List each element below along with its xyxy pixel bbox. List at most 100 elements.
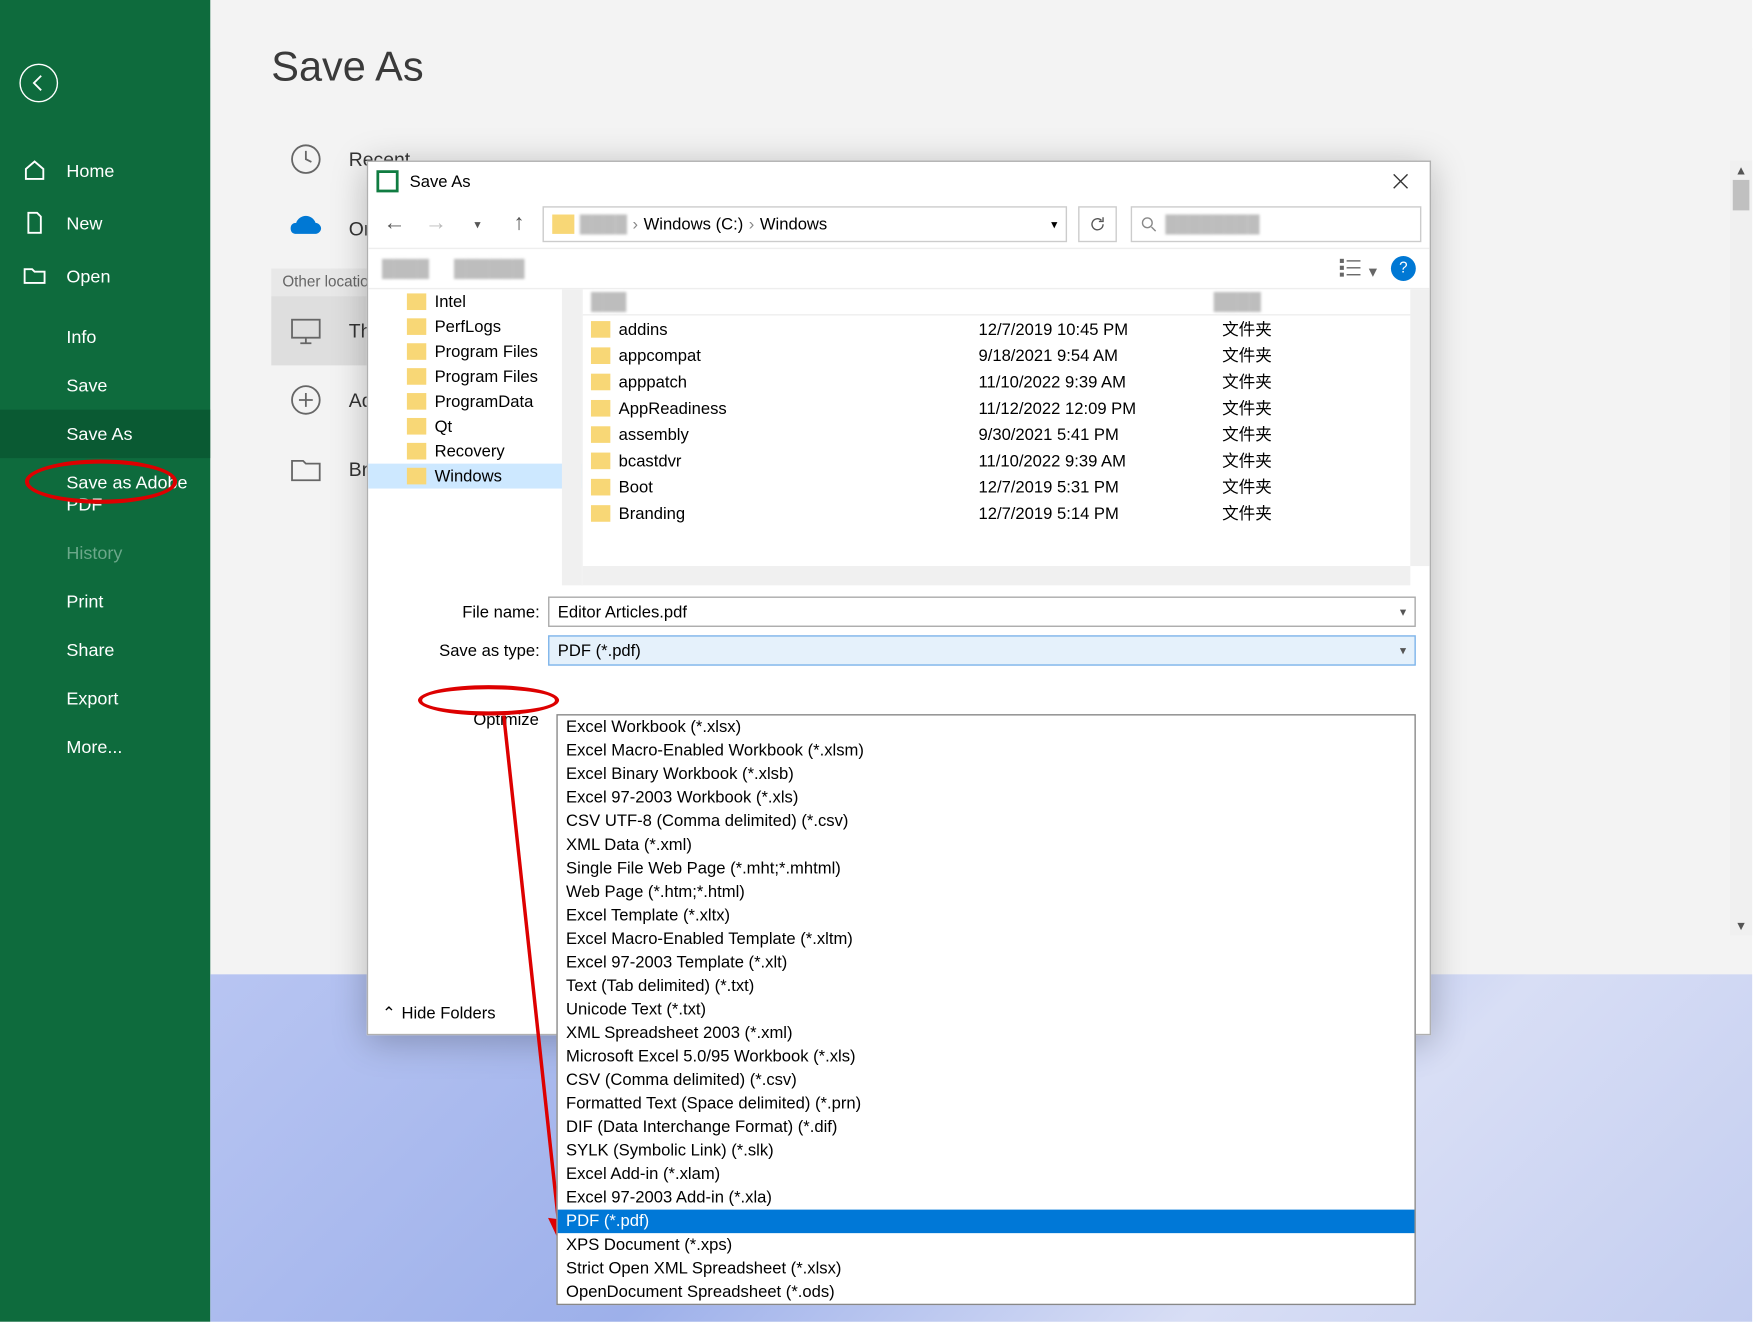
nav-back-button[interactable]: ← [376, 206, 412, 242]
folder-icon [591, 504, 610, 521]
sidebar-item-home[interactable]: Home [0, 144, 210, 197]
dropdown-option[interactable]: Excel Workbook (*.xlsx) [558, 716, 1415, 740]
organize-button[interactable]: ████ [382, 259, 429, 278]
list-scrollbar-horizontal[interactable] [583, 566, 1411, 585]
tree-item[interactable]: Recovery [368, 439, 581, 464]
save-as-dialog: Save As ← → ▾ ↑ ████ › Windows (C:) › Wi… [367, 161, 1431, 1036]
search-input[interactable]: ████████ [1131, 206, 1422, 242]
dropdown-option[interactable]: Excel Add-in (*.xlam) [558, 1163, 1415, 1187]
sidebar-label: New [66, 212, 102, 233]
hide-folders-button[interactable]: ⌃ Hide Folders [382, 1003, 496, 1022]
sidebar-item-save-adobe-pdf[interactable]: Save as Adobe PDF [0, 458, 210, 529]
dropdown-option[interactable]: CSV UTF-8 (Comma delimited) (*.csv) [558, 810, 1415, 834]
dropdown-option[interactable]: Excel Macro-Enabled Workbook (*.xlsm) [558, 739, 1415, 763]
folder-icon [591, 347, 610, 364]
dropdown-option[interactable]: Excel 97-2003 Add-in (*.xla) [558, 1186, 1415, 1210]
dropdown-option[interactable]: XPS Document (*.xps) [558, 1233, 1415, 1257]
dialog-close-button[interactable] [1380, 173, 1422, 190]
folder-icon [591, 426, 610, 443]
sidebar-item-print[interactable]: Print [0, 577, 210, 625]
folder-icon [407, 318, 426, 335]
sidebar-item-history: History [0, 529, 210, 577]
tree-item[interactable]: Program Files [368, 364, 581, 389]
folder-icon [407, 343, 426, 360]
back-arrow-button[interactable] [19, 64, 58, 103]
file-type-dropdown-list[interactable]: Excel Workbook (*.xlsx)Excel Macro-Enabl… [556, 714, 1415, 1305]
view-options-button[interactable]: ▾ [1339, 257, 1377, 281]
list-row[interactable]: bcastdvr11/10/2022 9:39 AM文件夹 [583, 447, 1430, 473]
dropdown-option[interactable]: PDF (*.pdf) [558, 1210, 1415, 1234]
tree-item[interactable]: Qt [368, 414, 581, 439]
folder-icon [407, 418, 426, 435]
list-scrollbar-vertical[interactable] [1410, 289, 1429, 566]
list-row[interactable]: appcompat9/18/2021 9:54 AM文件夹 [583, 342, 1430, 368]
folder-icon [591, 478, 610, 495]
dropdown-option[interactable]: Unicode Text (*.txt) [558, 998, 1415, 1022]
sidebar-item-save[interactable]: Save [0, 361, 210, 409]
nav-history-dropdown[interactable]: ▾ [459, 206, 495, 242]
file-name-input[interactable]: Editor Articles.pdf ▾ [548, 597, 1416, 627]
tree-item[interactable]: Intel [368, 289, 581, 314]
dropdown-option[interactable]: Formatted Text (Space delimited) (*.prn) [558, 1092, 1415, 1116]
dropdown-option[interactable]: Microsoft Excel 5.0/95 Workbook (*.xls) [558, 1045, 1415, 1069]
nav-up-button[interactable]: ↑ [501, 206, 537, 242]
refresh-button[interactable] [1078, 206, 1117, 242]
dropdown-option[interactable]: Single File Web Page (*.mht;*.mhtml) [558, 857, 1415, 881]
dialog-nav-bar: ← → ▾ ↑ ████ › Windows (C:) › Windows ▾ … [368, 201, 1430, 248]
folder-icon [407, 393, 426, 410]
sidebar-item-save-as[interactable]: Save As [0, 410, 210, 458]
folder-icon [591, 399, 610, 416]
dropdown-option[interactable]: Excel 97-2003 Template (*.xlt) [558, 951, 1415, 975]
new-folder-button[interactable]: ██████ [454, 259, 525, 278]
folder-icon [407, 468, 426, 485]
nav-forward-button: → [418, 206, 454, 242]
dropdown-option[interactable]: Text (Tab delimited) (*.txt) [558, 974, 1415, 998]
dialog-title-bar: Save As [368, 162, 1430, 201]
sidebar-item-new[interactable]: New [0, 197, 210, 250]
sidebar-item-share[interactable]: Share [0, 626, 210, 674]
file-list[interactable]: ███ ████ addins12/7/2019 10:45 PM文件夹appc… [583, 289, 1430, 585]
dialog-title: Save As [410, 172, 471, 191]
dialog-toolbar: ████ ██████ ▾ ? [368, 248, 1430, 290]
folder-icon [407, 293, 426, 310]
tree-item[interactable]: ProgramData [368, 389, 581, 414]
tree-item[interactable]: Program Files [368, 339, 581, 364]
list-header[interactable]: ███ ████ [583, 289, 1430, 315]
folder-icon [407, 368, 426, 385]
dropdown-option[interactable]: Excel Binary Workbook (*.xlsb) [558, 763, 1415, 787]
list-row[interactable]: Branding12/7/2019 5:14 PM文件夹 [583, 500, 1430, 526]
chevron-up-icon: ⌃ [382, 1003, 396, 1022]
sidebar-item-info[interactable]: Info [0, 313, 210, 361]
dropdown-option[interactable]: OpenDocument Spreadsheet (*.ods) [558, 1280, 1415, 1304]
list-row[interactable]: apppatch11/10/2022 9:39 AM文件夹 [583, 368, 1430, 394]
tree-item[interactable]: PerfLogs [368, 314, 581, 339]
folder-tree[interactable]: IntelPerfLogsProgram FilesProgram FilesP… [368, 289, 583, 585]
dropdown-option[interactable]: Excel 97-2003 Workbook (*.xls) [558, 786, 1415, 810]
dropdown-option[interactable]: Excel Macro-Enabled Template (*.xltm) [558, 927, 1415, 951]
excel-icon [376, 170, 398, 192]
dropdown-option[interactable]: Web Page (*.htm;*.html) [558, 880, 1415, 904]
save-as-type-dropdown[interactable]: PDF (*.pdf) ▾ [548, 635, 1416, 665]
sidebar-label: Home [66, 160, 114, 181]
sidebar-item-open[interactable]: Open [0, 249, 210, 302]
tree-scrollbar[interactable] [562, 289, 581, 585]
dropdown-option[interactable]: DIF (Data Interchange Format) (*.dif) [558, 1116, 1415, 1140]
breadcrumb-path[interactable]: ████ › Windows (C:) › Windows ▾ [543, 206, 1068, 242]
folder-icon [552, 215, 574, 234]
help-button[interactable]: ? [1391, 256, 1416, 281]
dropdown-option[interactable]: Strict Open XML Spreadsheet (*.xlsx) [558, 1257, 1415, 1281]
save-as-type-label: Save as type: [382, 641, 548, 660]
dropdown-option[interactable]: XML Data (*.xml) [558, 833, 1415, 857]
dropdown-option[interactable]: SYLK (Symbolic Link) (*.slk) [558, 1139, 1415, 1163]
main-scrollbar[interactable]: ▲ ▼ [1730, 161, 1752, 936]
list-row[interactable]: Boot12/7/2019 5:31 PM文件夹 [583, 473, 1430, 499]
sidebar-item-export[interactable]: Export [0, 674, 210, 722]
list-row[interactable]: AppReadiness11/12/2022 12:09 PM文件夹 [583, 394, 1430, 420]
tree-item[interactable]: Windows [368, 464, 581, 489]
sidebar-item-more[interactable]: More... [0, 723, 210, 771]
dropdown-option[interactable]: Excel Template (*.xltx) [558, 904, 1415, 928]
dropdown-option[interactable]: XML Spreadsheet 2003 (*.xml) [558, 1021, 1415, 1045]
dropdown-option[interactable]: CSV (Comma delimited) (*.csv) [558, 1068, 1415, 1092]
list-row[interactable]: assembly9/30/2021 5:41 PM文件夹 [583, 421, 1430, 447]
list-row[interactable]: addins12/7/2019 10:45 PM文件夹 [583, 316, 1430, 342]
